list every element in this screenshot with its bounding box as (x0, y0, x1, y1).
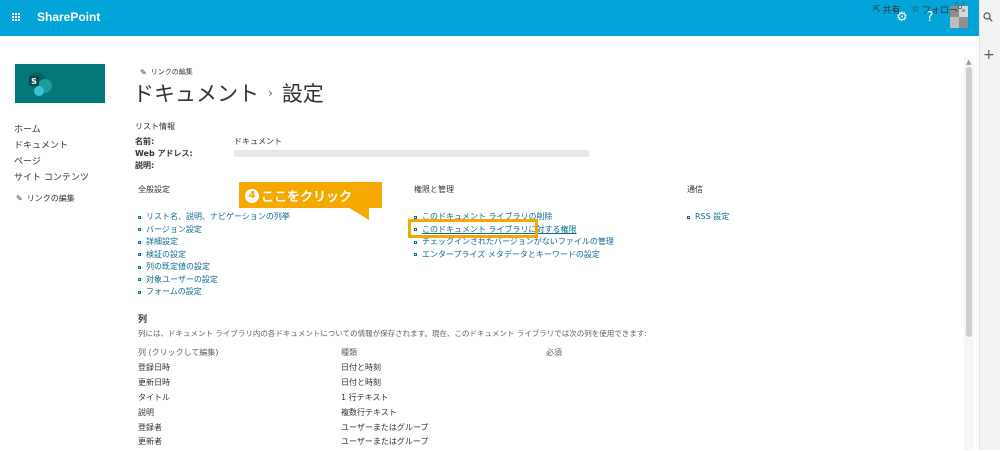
column-type: ユーザーまたはグループ (341, 423, 429, 432)
link-label: 列の既定値の設定 (146, 262, 210, 271)
column-name-link[interactable]: 登録者 (138, 422, 162, 433)
link-audience-settings[interactable]: 対象ユーザーの設定 (138, 274, 290, 287)
svg-text:S: S (31, 77, 37, 86)
header-edit-links-button[interactable]: ✎ リンクの編集 (140, 67, 193, 77)
column-header-required: 必須 (546, 348, 562, 357)
table-row: 登録日時 日付と時刻 (138, 362, 438, 377)
link-label: リスト名、説明、ナビゲーションの列挙 (146, 212, 290, 221)
link-label: バージョン設定 (146, 224, 202, 234)
nav-item-home[interactable]: ホーム (14, 122, 89, 138)
site-logo[interactable]: S (15, 64, 105, 103)
breadcrumb-documents-link[interactable]: ドキュメント (133, 78, 259, 108)
follow-button[interactable]: ☆ フォロー (911, 3, 958, 16)
link-list-name-settings[interactable]: リスト名、説明、ナビゲーションの列挙 (138, 211, 290, 224)
link-label: 検証の設定 (146, 249, 186, 259)
table-row: 登録者 ユーザーまたはグループ (138, 422, 438, 437)
table-row: 更新日時 日付と時刻 (138, 377, 438, 392)
nav-item-documents[interactable]: ドキュメント (14, 138, 89, 154)
link-label: 対象ユーザーの設定 (146, 274, 218, 284)
link-label: RSS 設定 (695, 212, 730, 221)
breadcrumb: ドキュメント › 設定 (133, 78, 324, 108)
web-address-value-blurred (234, 150, 589, 157)
link-form-settings[interactable]: フォームの設定 (138, 286, 290, 299)
column-type: ユーザーまたはグループ (341, 437, 429, 446)
name-label: 名前: (135, 137, 155, 146)
column-name-link[interactable]: 更新者 (138, 436, 162, 447)
callout-pointer (341, 203, 369, 220)
pencil-icon: ✎ (140, 67, 147, 77)
page-title: 設定 (281, 82, 324, 106)
link-column-default-settings[interactable]: 列の既定値の設定 (138, 261, 290, 274)
link-advanced-settings[interactable]: 詳細設定 (138, 236, 290, 249)
share-label: 共有 (882, 6, 901, 16)
column-name-link[interactable]: タイトル (138, 392, 170, 403)
nav-item-pages[interactable]: ページ (14, 154, 89, 170)
callout-text: 4 ここをクリック (245, 186, 352, 205)
link-versioning-settings[interactable]: バージョン設定 (138, 224, 290, 237)
suite-bar: SharePoint ⚙ ? (0, 0, 979, 36)
share-button[interactable]: ⇱ 共有 (873, 3, 901, 17)
link-label: エンタープライズ メタデータとキーワードの設定 (422, 249, 600, 259)
header-edit-links-label: リンクの編集 (150, 68, 193, 76)
callout-label: ここをクリック (261, 190, 353, 205)
browser-side-rail (979, 0, 1000, 450)
column-header-name: 列 (クリックして編集) (138, 348, 219, 357)
columns-heading: 列 (138, 315, 148, 325)
link-rss-settings[interactable]: RSS 設定 (687, 211, 729, 224)
pencil-icon: ✎ (16, 194, 23, 203)
table-row: タイトル 1 行テキスト (138, 392, 438, 407)
scroll-up-icon[interactable]: ▲ (966, 58, 971, 66)
column-name-link[interactable]: 更新日時 (138, 377, 170, 388)
link-validation-settings[interactable]: 検証の設定 (138, 249, 290, 262)
star-icon: ☆ (911, 4, 920, 15)
sharepoint-logo-icon: S (29, 72, 52, 96)
table-row: 更新者 ユーザーまたはグループ (138, 436, 438, 451)
nav-item-site-contents[interactable]: サイト コンテンツ (14, 170, 89, 186)
column-type: 複数行テキスト (341, 408, 397, 417)
search-icon[interactable] (983, 11, 993, 25)
communication-heading: 通信 (687, 185, 703, 194)
column-type: 日付と時刻 (341, 363, 381, 372)
follow-label: フォロー (921, 6, 958, 16)
column-type: 1 行テキスト (341, 393, 389, 402)
share-icon: ⇱ (873, 4, 881, 15)
list-info-heading: リスト情報 (135, 122, 175, 131)
step-number-badge: 4 (245, 188, 259, 203)
web-address-label: Web アドレス: (135, 149, 193, 158)
column-header-type: 種類 (341, 348, 357, 357)
link-label: フォームの設定 (146, 287, 202, 296)
permissions-heading: 権限と管理 (414, 185, 454, 194)
app-name[interactable]: SharePoint (37, 10, 100, 24)
communication-links: RSS 設定 (687, 211, 729, 224)
table-row: 説明 複数行テキスト (138, 407, 438, 422)
scrollbar-thumb[interactable] (966, 67, 972, 337)
highlight-box (408, 219, 538, 238)
columns-description: 列には、ドキュメント ライブラリ内の各ドキュメントについての情報が保存されます。… (138, 329, 647, 338)
nav-edit-links-button[interactable]: ✎ リンクの編集 (16, 193, 75, 204)
command-bar (0, 36, 979, 56)
column-name-link[interactable]: 登録日時 (138, 362, 170, 373)
breadcrumb-separator-icon: › (268, 86, 273, 100)
link-enterprise-metadata[interactable]: エンタープライズ メタデータとキーワードの設定 (414, 249, 614, 262)
left-navigation: ホーム ドキュメント ページ サイト コンテンツ (14, 122, 89, 186)
column-type: 日付と時刻 (341, 378, 381, 387)
nav-edit-links-label: リンクの編集 (26, 194, 75, 203)
column-name-link[interactable]: 説明 (138, 407, 154, 418)
general-settings-heading: 全般設定 (138, 185, 170, 194)
app-launcher-icon[interactable] (0, 0, 32, 36)
add-icon[interactable]: + (983, 47, 995, 63)
link-label: 詳細設定 (146, 237, 178, 246)
name-value: ドキュメント (234, 137, 282, 146)
general-settings-links: リスト名、説明、ナビゲーションの列挙 バージョン設定 詳細設定 検証の設定 列の… (138, 211, 290, 299)
description-label: 説明: (135, 161, 155, 170)
focus-mode-icon[interactable] (955, 2, 965, 12)
